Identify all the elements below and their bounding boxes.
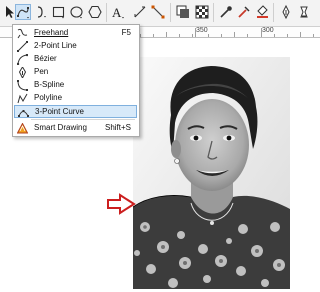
- three-point-curve-icon: [18, 107, 29, 118]
- menu-item-label: 2-Point Line: [34, 41, 77, 50]
- menu-item-two-point-line[interactable]: 2-Point Line: [14, 40, 137, 53]
- menu-item-label: B-Spline: [34, 80, 65, 89]
- polyline-icon: [17, 93, 28, 104]
- menu-item-three-point-curve[interactable]: 3-Point Curve: [14, 105, 137, 118]
- connector-tool-icon[interactable]: [150, 4, 166, 20]
- dimension-tool-icon[interactable]: [132, 4, 148, 20]
- eyedropper-tool-icon[interactable]: [218, 4, 234, 20]
- menu-item-shortcut: Shift+S: [104, 123, 131, 132]
- menu-item-label: Polyline: [34, 93, 63, 102]
- menu-item-label: 3-Point Curve: [35, 107, 84, 116]
- text-tool-icon[interactable]: A: [110, 4, 126, 20]
- menu-item-label: Bézier: [34, 54, 57, 63]
- b-spline-icon: [17, 80, 28, 91]
- pen-icon: [17, 66, 28, 80]
- menu-item-pen[interactable]: Pen: [14, 66, 137, 80]
- menu-item-smart-drawing[interactable]: Smart Drawing Shift+S: [14, 122, 137, 135]
- interactive-fill-tool-icon[interactable]: [236, 4, 252, 20]
- menu-item-label: Smart Drawing: [34, 123, 87, 132]
- rectangle-tool-icon[interactable]: [51, 4, 67, 20]
- menu-item-label: Pen: [34, 67, 49, 76]
- menu-item-b-spline[interactable]: B-Spline: [14, 79, 137, 92]
- outline-pen-tool-icon[interactable]: [278, 4, 294, 20]
- polygon-tool-icon[interactable]: [87, 4, 103, 20]
- svg-text:A: A: [112, 5, 122, 20]
- ellipse-tool-icon[interactable]: [69, 4, 85, 20]
- ruler-mark: 300: [262, 27, 274, 34]
- curve-tool-button[interactable]: [15, 4, 31, 20]
- portrait-photo[interactable]: [133, 57, 290, 289]
- curve-tools-flyout: Freehand F5 2-Point Line Bézier Pen B-Sp…: [12, 24, 140, 137]
- menu-item-label: Freehand: [34, 28, 69, 37]
- smart-fill-tool-icon[interactable]: [254, 4, 270, 20]
- shape-tool-icon[interactable]: [33, 4, 49, 20]
- freehand-icon: [17, 28, 28, 39]
- menu-item-shortcut: F5: [121, 28, 131, 37]
- smart-drawing-icon: [16, 122, 29, 134]
- bezier-icon: [16, 53, 29, 66]
- menu-item-polyline[interactable]: Polyline: [14, 92, 137, 105]
- red-arrow-icon: [107, 193, 136, 215]
- menu-item-bezier[interactable]: Bézier: [14, 53, 137, 66]
- menu-item-freehand[interactable]: Freehand F5: [14, 27, 137, 40]
- transparency-tool-icon[interactable]: [194, 4, 210, 20]
- toolbox: A: [0, 0, 320, 27]
- ruler-mark: 350: [196, 27, 208, 34]
- shadow-tool-icon[interactable]: [175, 4, 191, 20]
- fill-tool-icon[interactable]: [296, 4, 312, 20]
- two-point-line-icon: [17, 41, 28, 52]
